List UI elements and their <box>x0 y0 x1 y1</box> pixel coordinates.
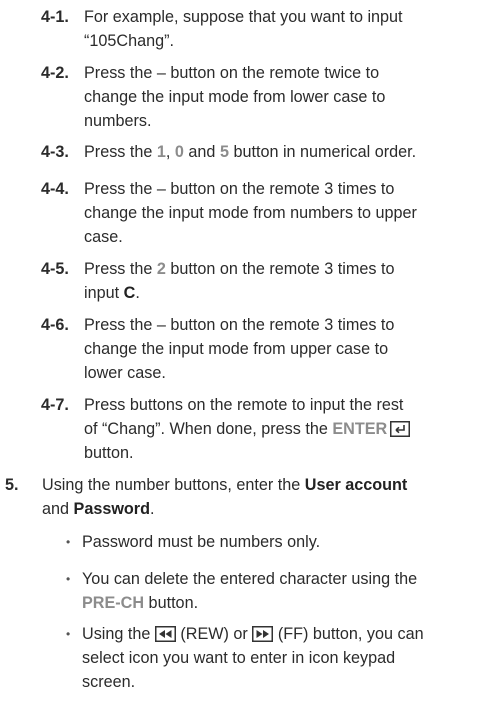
text-fragment: input <box>84 284 124 302</box>
text-fragment: button. <box>144 594 199 612</box>
sub-step-text: Press the – button on the remote twice t… <box>84 61 489 133</box>
text-line: input C. <box>84 281 489 305</box>
text-line: numbers. <box>84 112 152 130</box>
sub-step-text: Press the 2 button on the remote 3 times… <box>84 257 489 305</box>
key-1-label: 1 <box>156 143 166 161</box>
text-line: Press the – button on the remote twice t… <box>84 64 380 82</box>
fast-forward-icon <box>252 626 274 642</box>
bullet-dot: • <box>66 627 71 641</box>
bullet-text: Password must be numbers only. <box>82 533 321 551</box>
text-fragment: button on the remote 3 times to <box>165 260 395 278</box>
step-number: 5. <box>5 476 19 494</box>
text-fragment: of “Chang”. When done, press the <box>84 420 333 438</box>
text-line: Press the – button on the remote 3 times… <box>84 316 395 334</box>
manual-page: 4-1. For example, suppose that you want … <box>0 0 504 715</box>
sub-step-text: Press the – button on the remote 3 times… <box>84 177 489 249</box>
enter-key-label: ENTER <box>332 420 388 438</box>
text-line: Press the – button on the remote 3 times… <box>84 180 395 198</box>
bullet-dot: • <box>66 535 71 549</box>
key-2-label: 2 <box>156 260 166 278</box>
sub-step-number: 4-6. <box>41 316 69 334</box>
enter-icon <box>390 421 411 437</box>
sub-step-text: For example, suppose that you want to in… <box>84 5 489 53</box>
user-account-bold: User account <box>304 476 408 494</box>
letter-c-bold: C <box>123 284 136 302</box>
text-line: select icon you want to enter in icon ke… <box>82 649 396 667</box>
text-line: Press the 2 button on the remote 3 times… <box>84 257 489 281</box>
text-line: You can delete the entered character usi… <box>82 570 418 588</box>
text-fragment: and <box>183 143 220 161</box>
text-line: change the input mode from numbers to up… <box>84 204 417 222</box>
bullet-text: Using the (REW) or (FF) button, you can … <box>82 622 492 694</box>
text-fragment: Press the <box>84 143 157 161</box>
bullet-dot: • <box>66 572 71 586</box>
password-bold: Password <box>73 500 150 518</box>
text-line: case. <box>84 228 123 246</box>
text-fragment: (REW) or <box>175 625 253 643</box>
text-fragment: Using the number buttons, enter the <box>42 476 305 494</box>
text-fragment: Using the <box>82 625 155 643</box>
sub-step-number: 4-2. <box>41 64 69 82</box>
sub-step-number: 4-5. <box>41 260 69 278</box>
text-line: and Password. <box>42 497 492 521</box>
text-line: button. <box>84 444 134 462</box>
step-text: Using the number buttons, enter the User… <box>42 473 492 521</box>
key-0-label: 0 <box>174 143 184 161</box>
text-fragment: and <box>42 500 74 518</box>
text-fragment: Press the <box>84 260 157 278</box>
text-line: Using the (REW) or (FF) button, you can <box>82 622 492 646</box>
text-fragment: button in numerical order. <box>228 143 417 161</box>
text-line: screen. <box>82 673 136 691</box>
sub-step-text: Press the 1, 0 and 5 button in numerical… <box>84 140 489 164</box>
text-line: “105Chang”. <box>84 32 174 50</box>
text-line: Using the number buttons, enter the User… <box>42 473 492 497</box>
text-line: change the input mode from lower case to <box>84 88 386 106</box>
text-line: Press buttons on the remote to input the… <box>84 396 404 414</box>
text-line: change the input mode from upper case to <box>84 340 389 358</box>
text-line: of “Chang”. When done, press the ENTER <box>84 417 489 441</box>
key-5-label: 5 <box>219 143 229 161</box>
sub-step-number: 4-4. <box>41 180 69 198</box>
bullet-text: You can delete the entered character usi… <box>82 567 492 615</box>
sub-step-text: Press the – button on the remote 3 times… <box>84 313 489 385</box>
text-fragment: (FF) button, you can <box>273 625 424 643</box>
pre-ch-key-label: PRE-CH <box>82 594 145 612</box>
sub-step-text: Press buttons on the remote to input the… <box>84 393 489 465</box>
text-fragment: . <box>150 500 155 518</box>
text-line: PRE-CH button. <box>82 591 492 615</box>
text-line: lower case. <box>84 364 166 382</box>
text-fragment: , <box>165 143 175 161</box>
sub-step-number: 4-7. <box>41 396 69 414</box>
text-fragment: . <box>135 284 140 302</box>
sub-step-number: 4-3. <box>41 143 69 161</box>
text-line: For example, suppose that you want to in… <box>84 8 403 26</box>
rewind-icon <box>154 626 176 642</box>
sub-step-number: 4-1. <box>41 8 69 26</box>
